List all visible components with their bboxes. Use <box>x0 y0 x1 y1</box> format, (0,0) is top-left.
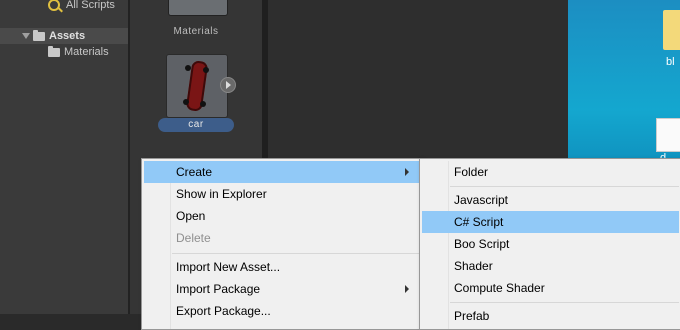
menu-item-show-in-explorer[interactable]: Show in Explorer <box>144 183 419 205</box>
asset-label-car[interactable]: car <box>158 118 234 132</box>
menu-item-csharp-script[interactable]: C# Script <box>422 211 679 233</box>
context-menu: Create Show in Explorer Open Delete Impo… <box>141 158 422 330</box>
tree-item-label: Assets <box>49 30 86 42</box>
menu-item-label: Import Package <box>176 282 261 296</box>
menu-item-label: Shader <box>454 259 493 273</box>
menu-item-label: Import New Asset... <box>176 260 281 274</box>
project-tree-panel: All Scripts Assets Materials <box>0 0 128 314</box>
tree-item-all-scripts[interactable]: All Scripts <box>48 0 115 13</box>
desktop-folder-icon[interactable] <box>663 10 680 50</box>
car-wheel <box>203 67 209 73</box>
menu-item-label: Javascript <box>454 193 509 207</box>
menu-item-open[interactable]: Open <box>144 205 419 227</box>
desktop-folder-label: bl <box>666 56 675 68</box>
menu-separator <box>172 253 419 254</box>
menu-item-compute-shader[interactable]: Compute Shader <box>422 277 679 299</box>
car-wheel <box>200 101 206 107</box>
menu-item-label: Open <box>176 209 206 223</box>
menu-item-javascript[interactable]: Javascript <box>422 189 679 211</box>
car-wheel <box>183 99 189 105</box>
car-wheel <box>185 65 191 71</box>
car-model-thumbnail[interactable] <box>166 54 228 118</box>
menu-item-label: Delete <box>176 231 211 245</box>
menu-item-export-package[interactable]: Export Package... <box>144 300 419 322</box>
menu-item-prefab[interactable]: Prefab <box>422 305 679 327</box>
menu-item-label: Export Package... <box>176 304 271 318</box>
menu-separator <box>450 302 679 303</box>
folder-icon <box>33 29 45 41</box>
menu-item-boo-script[interactable]: Boo Script <box>422 233 679 255</box>
menu-item-delete: Delete <box>144 227 419 249</box>
menu-item-label: Prefab <box>454 309 490 323</box>
menu-item-import-new-asset[interactable]: Import New Asset... <box>144 256 419 278</box>
submenu-arrow-icon <box>405 168 409 176</box>
menu-item-folder[interactable]: Folder <box>422 161 679 183</box>
search-icon <box>48 0 60 11</box>
submenu-arrow-icon <box>405 285 409 293</box>
menu-item-label: Compute Shader <box>454 281 545 295</box>
tree-item-label: Materials <box>64 46 109 58</box>
menu-item-label: Show in Explorer <box>176 187 267 201</box>
desktop-document-icon[interactable] <box>656 118 680 152</box>
create-submenu: Folder Javascript C# Script Boo Script S… <box>419 158 680 330</box>
menu-item-label: Folder <box>454 165 489 179</box>
asset-label-materials[interactable]: Materials <box>130 26 262 37</box>
folder-icon <box>48 45 60 57</box>
menu-separator <box>450 186 679 187</box>
menu-item-label: Boo Script <box>454 237 510 251</box>
menu-item-label: C# Script <box>454 215 504 229</box>
tree-item-assets[interactable]: Assets <box>0 28 128 44</box>
tree-item-materials[interactable]: Materials <box>48 44 109 60</box>
expand-arrow-icon[interactable] <box>22 33 30 39</box>
play-preview-icon[interactable] <box>220 77 236 93</box>
materials-folder-thumbnail[interactable] <box>168 0 228 16</box>
menu-item-create[interactable]: Create <box>144 161 419 183</box>
tree-item-label: All Scripts <box>66 0 115 11</box>
menu-item-shader[interactable]: Shader <box>422 255 679 277</box>
menu-item-import-package[interactable]: Import Package <box>144 278 419 300</box>
menu-item-label: Create <box>176 165 213 179</box>
